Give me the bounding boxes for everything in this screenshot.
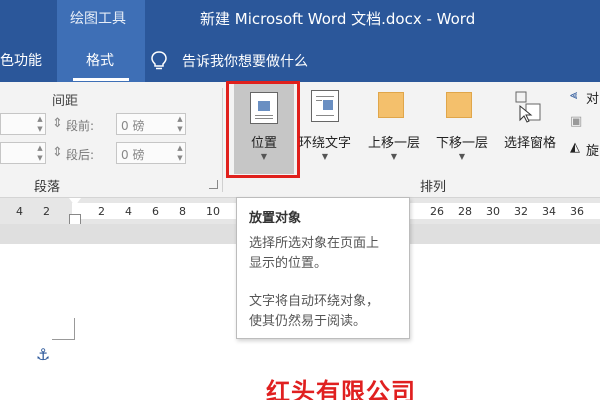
selection-pane-button[interactable]: 选择窗格 (498, 84, 562, 156)
ruler-number: 10 (206, 205, 220, 218)
arrange-group-label: 排列 (420, 180, 447, 195)
spacing-after-label: 段后: (66, 148, 95, 162)
ruler-number: 4 (125, 205, 132, 218)
tooltip-line: 选择所选对象在页面上 (249, 236, 380, 251)
tab-special-features[interactable]: 色功能 (0, 50, 42, 70)
tooltip-title: 放置对象 (249, 211, 302, 226)
send-backward-label: 下移一层 (435, 136, 488, 151)
spacing-before-value: 0 磅 (121, 119, 145, 133)
tooltip-line: 显示的位置。 (249, 256, 328, 271)
spacing-title: 间距 (52, 94, 79, 109)
chevron-down-icon: ▼ (321, 152, 329, 161)
indent-left-field[interactable]: ▲ ▼ (0, 113, 46, 135)
spacing-after-value: 0 磅 (121, 148, 145, 162)
selection-pane-icon (515, 91, 541, 123)
tell-me-search[interactable]: 告诉我你想要做什么 (182, 51, 308, 71)
group-icon[interactable]: ▣ (570, 114, 582, 129)
ruler-number: 2 (98, 205, 105, 218)
chevron-down-icon: ▼ (458, 152, 466, 161)
ruler-number: 36 (570, 205, 584, 218)
window-title: 新建 Microsoft Word 文档.docx - Word (200, 10, 476, 28)
rotate-button-label[interactable]: 旋 (586, 140, 599, 159)
tooltip-line: 文字将自动环绕对象， (249, 294, 380, 309)
document-heading[interactable]: 红头有限公司 (266, 372, 416, 400)
ruler-number: 6 (152, 205, 159, 218)
wrap-text-label: 环绕文字 (298, 136, 351, 151)
ruler-number: 34 (542, 205, 556, 218)
spacing-before-field[interactable]: 0 磅 ▲ ▼ (116, 113, 186, 135)
tooltip-line: 使其仍然易于阅读。 (249, 314, 367, 329)
wrap-text-button[interactable]: 环绕文字 ▼ (292, 84, 358, 174)
bring-forward-button[interactable]: 上移一层 ▼ (362, 84, 426, 174)
margin-corner-mark (52, 339, 75, 340)
anchor-icon[interactable]: ⚓ (36, 345, 50, 364)
spacing-after-field[interactable]: 0 磅 ▲ ▼ (116, 142, 186, 164)
ruler-number: 28 (458, 205, 472, 218)
ruler-number: 2 (43, 205, 50, 218)
margin-corner-mark (74, 318, 75, 340)
tab-format[interactable]: 格式 (86, 50, 114, 70)
ruler-number: 26 (430, 205, 444, 218)
indent-right-field[interactable]: ▲ ▼ (0, 142, 46, 164)
align-icon[interactable]: ⫷ (570, 88, 577, 103)
wrap-text-icon (311, 90, 339, 122)
chevron-down-icon: ▼ (390, 152, 398, 161)
spacing-after-icon: ⇕ (52, 145, 63, 160)
align-button-label[interactable]: 对 (586, 88, 599, 107)
send-backward-icon (446, 92, 472, 118)
highlight-annotation (226, 81, 300, 178)
spin-icon[interactable]: ▲ ▼ (35, 114, 45, 134)
ruler-number: 30 (486, 205, 500, 218)
bring-forward-icon (378, 92, 404, 118)
spin-icon[interactable]: ▲ ▼ (35, 143, 45, 163)
position-tooltip: 放置对象 选择所选对象在页面上 显示的位置。 文字将自动环绕对象， 使其仍然易于… (236, 197, 410, 339)
ruler-number: 8 (179, 205, 186, 218)
paragraph-dialog-launcher-icon[interactable] (209, 180, 218, 189)
first-line-indent-marker[interactable] (69, 198, 81, 206)
group-separator (222, 88, 223, 192)
bring-forward-label: 上移一层 (367, 136, 420, 151)
selection-pane-label: 选择窗格 (503, 136, 556, 151)
ruler-number: 4 (16, 205, 23, 218)
ruler-number: 32 (514, 205, 528, 218)
lightbulb-icon[interactable] (150, 50, 168, 72)
rotate-icon[interactable]: ◭ (570, 140, 580, 155)
spin-icon[interactable]: ▲ ▼ (175, 143, 185, 163)
active-tab-indicator (73, 78, 129, 81)
spacing-before-label: 段前: (66, 119, 95, 133)
spin-icon[interactable]: ▲ ▼ (175, 114, 185, 134)
spacing-before-icon: ⇕ (52, 116, 63, 131)
send-backward-button[interactable]: 下移一层 ▼ (430, 84, 494, 174)
paragraph-group-label: 段落 (34, 180, 61, 195)
drawing-tools-label: 绘图工具 (70, 11, 126, 27)
